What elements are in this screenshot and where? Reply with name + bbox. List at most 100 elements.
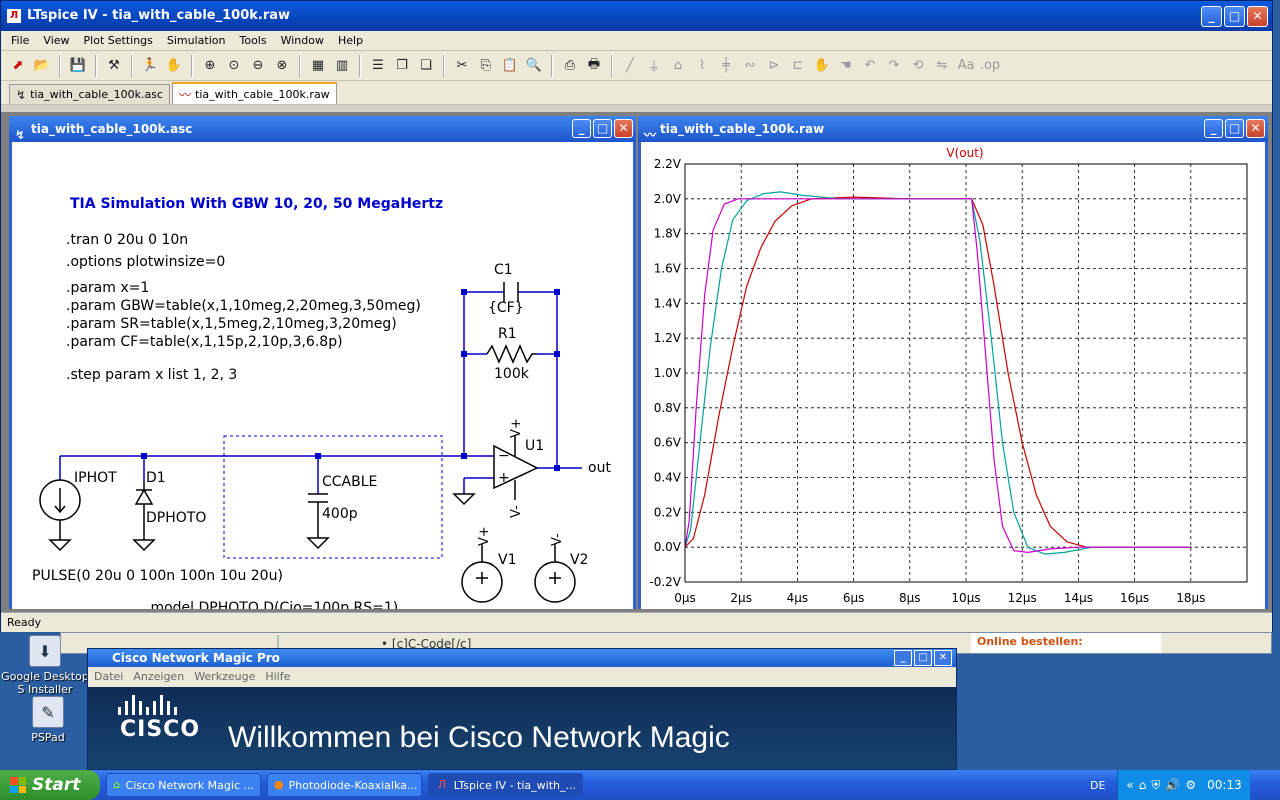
y-tick-label: 1.2V xyxy=(654,331,682,345)
add-trace-icon[interactable]: ▥ xyxy=(331,55,353,77)
trace-title[interactable]: V(out) xyxy=(946,146,983,160)
copy-icon[interactable]: ⎘ xyxy=(475,55,497,77)
directive-param-sr[interactable]: .param SR=table(x,1,5meg,2,10meg,3,20meg… xyxy=(66,316,397,332)
close-button[interactable]: ✕ xyxy=(1246,119,1265,138)
minimize-button[interactable]: _ xyxy=(1204,119,1223,138)
zoom-out-icon[interactable]: ⊖ xyxy=(247,55,269,77)
shield-icon[interactable]: ⛨ xyxy=(1151,778,1160,793)
minimize-button[interactable]: _ xyxy=(894,650,912,666)
schematic-canvas[interactable]: TIA Simulation With GBW 10, 20, 50 MegaH… xyxy=(12,142,633,609)
drag-icon[interactable]: ☚ xyxy=(835,55,857,77)
x-tick-label: 14µs xyxy=(1064,591,1093,605)
menu-tools[interactable]: Tools xyxy=(239,34,266,47)
iphot-source[interactable] xyxy=(39,479,81,540)
menu-simulation[interactable]: Simulation xyxy=(167,34,226,47)
desktop-icon-pspad[interactable]: ✎ PSPad xyxy=(8,696,88,744)
diode-icon[interactable]: ⊳ xyxy=(763,55,785,77)
print-icon[interactable]: 🖶 xyxy=(583,55,605,77)
directive-param-x[interactable]: .param x=1 xyxy=(66,280,149,296)
series-line-1[interactable] xyxy=(684,196,1191,548)
run-icon[interactable]: 🏃 xyxy=(139,55,161,77)
zoom-pan-icon[interactable]: ⊙ xyxy=(223,55,245,77)
language-indicator[interactable]: DE xyxy=(1090,779,1105,792)
directive-tran[interactable]: .tran 0 20u 0 10n xyxy=(66,232,188,248)
menu-datei[interactable]: Datei xyxy=(94,670,123,684)
print-setup-icon[interactable]: ⎙ xyxy=(559,55,581,77)
label-d1: D1 xyxy=(146,470,166,486)
open-icon[interactable]: 📂 xyxy=(31,55,53,77)
resistor-icon[interactable]: ⌇ xyxy=(691,55,713,77)
network-icon[interactable]: ⌂ xyxy=(1139,778,1147,792)
c1-capacitor[interactable] xyxy=(503,282,519,302)
maximize-button[interactable]: □ xyxy=(1225,119,1244,138)
autorange-icon[interactable]: ▦ xyxy=(307,55,329,77)
directive-param-gbw[interactable]: .param GBW=table(x,1,10meg,2,20meg,3,50m… xyxy=(66,298,421,314)
maximize-button[interactable]: □ xyxy=(1224,6,1245,27)
cascade-icon[interactable]: ❐ xyxy=(391,55,413,77)
menu-view[interactable]: View xyxy=(43,34,69,47)
tab-waveform[interactable]: 〰 tia_with_cable_100k.raw xyxy=(172,82,337,104)
inductor-icon[interactable]: ∾ xyxy=(739,55,761,77)
svg-text:+: + xyxy=(498,470,510,486)
taskbar-item-cisco[interactable]: ⌂ Cisco Network Magic ... xyxy=(106,773,261,797)
back-arrow-icon[interactable]: « xyxy=(1126,778,1133,792)
taskbar-item-firefox[interactable]: ● Photodiode-Koaxialka... xyxy=(267,773,422,797)
label-net-icon[interactable]: ⌂ xyxy=(667,55,689,77)
text-icon[interactable]: Aa xyxy=(955,55,977,77)
tile-horizontal-icon[interactable]: ☰ xyxy=(367,55,389,77)
voltage-sources[interactable] xyxy=(461,544,576,603)
menu-help[interactable]: Help xyxy=(338,34,363,47)
new-schematic-icon[interactable]: ⬈ xyxy=(7,55,29,77)
directive-param-cf[interactable]: .param CF=table(x,1,15p,2,10p,3,6.8p) xyxy=(66,334,343,350)
cisco-logo: CISCO xyxy=(120,717,201,742)
zoom-fit-icon[interactable]: ⊗ xyxy=(271,55,293,77)
tray-app-icon[interactable]: ⚙ xyxy=(1185,778,1196,792)
ground-icon[interactable]: ⏚ xyxy=(643,55,665,77)
find-icon[interactable]: 🔍 xyxy=(523,55,545,77)
menu-file[interactable]: File xyxy=(11,34,29,47)
pspad-icon: ✎ xyxy=(32,696,64,728)
volume-icon[interactable]: 🔊 xyxy=(1165,778,1180,792)
schematic-window-title: tia_with_cable_100k.asc xyxy=(31,122,193,136)
paste-icon[interactable]: 📋 xyxy=(499,55,521,77)
series-line-3[interactable] xyxy=(684,198,1191,553)
tile-vertical-icon[interactable]: ❏ xyxy=(415,55,437,77)
close-button[interactable]: ✕ xyxy=(1247,6,1268,27)
r1-resistor[interactable] xyxy=(486,344,537,364)
redo-icon[interactable]: ↷ xyxy=(883,55,905,77)
capacitor-icon[interactable]: ╪ xyxy=(715,55,737,77)
cut-icon[interactable]: ✂ xyxy=(451,55,473,77)
taskbar-item-ltspice[interactable]: Л LTspice IV - tia_with_... xyxy=(428,773,583,797)
ad-banner[interactable]: Online bestellen: xyxy=(971,633,1161,653)
close-button[interactable]: ✕ xyxy=(614,119,633,138)
component-icon[interactable]: ⊏ xyxy=(787,55,809,77)
menu-anzeigen[interactable]: Anzeigen xyxy=(133,670,184,684)
undo-icon[interactable]: ↶ xyxy=(859,55,881,77)
close-button[interactable]: ✕ xyxy=(934,650,952,666)
tab-schematic[interactable]: ↯ tia_with_cable_100k.asc xyxy=(9,84,170,104)
save-icon[interactable]: 💾 xyxy=(67,55,89,77)
windows-flag-icon xyxy=(10,777,26,793)
menu-window[interactable]: Window xyxy=(281,34,324,47)
directive-options[interactable]: .options plotwinsize=0 xyxy=(66,254,225,270)
control-panel-icon[interactable]: ⚒ xyxy=(103,55,125,77)
y-tick-label: 2.0V xyxy=(654,192,682,206)
maximize-button[interactable]: □ xyxy=(593,119,612,138)
menu-hilfe[interactable]: Hilfe xyxy=(265,670,290,684)
menu-werkzeuge[interactable]: Werkzeuge xyxy=(194,670,255,684)
start-button[interactable]: Start xyxy=(0,770,100,800)
rotate-icon[interactable]: ⟲ xyxy=(907,55,929,77)
plot-canvas[interactable]: V(out) 2.2V 2.0V 1.8V 1.6V 1.4V 1.2V 1.0V 0.8V 0… xyxy=(641,142,1265,609)
move-icon[interactable]: ✋ xyxy=(811,55,833,77)
maximize-button[interactable]: □ xyxy=(914,650,932,666)
menu-plot-settings[interactable]: Plot Settings xyxy=(84,34,153,47)
zoom-in-icon[interactable]: ⊕ xyxy=(199,55,221,77)
label-v2-net: V- xyxy=(550,533,565,546)
halt-icon[interactable]: ✋ xyxy=(163,55,185,77)
minimize-button[interactable]: _ xyxy=(572,119,591,138)
wire-icon[interactable]: ╱ xyxy=(619,55,641,77)
mirror-icon[interactable]: ⇋ xyxy=(931,55,953,77)
spice-directive-icon[interactable]: .op xyxy=(979,55,1001,77)
minimize-button[interactable]: _ xyxy=(1201,6,1222,27)
directive-step[interactable]: .step param x list 1, 2, 3 xyxy=(66,367,237,383)
